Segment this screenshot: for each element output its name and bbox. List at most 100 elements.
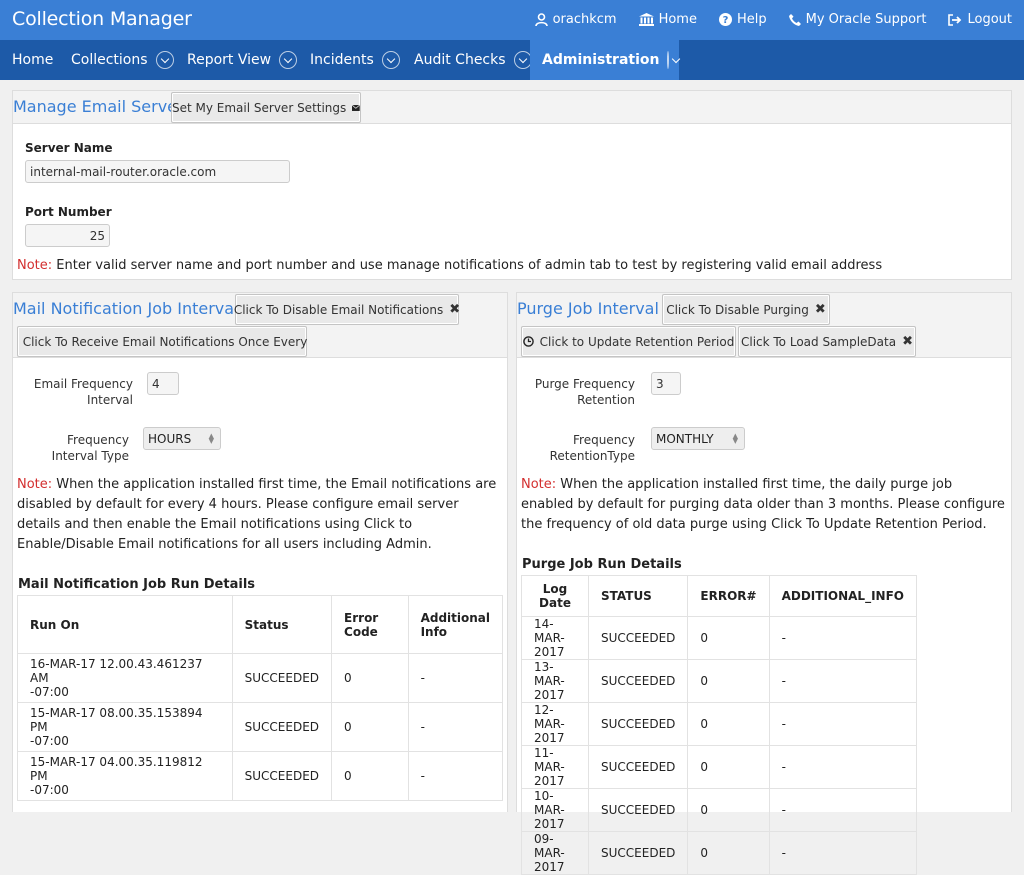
col-info-line2: Info <box>420 624 448 639</box>
interval-type-select[interactable]: HOURS ▲ ▼ <box>143 427 221 450</box>
retention-type-label: Frequency RetentionType <box>517 432 635 464</box>
email-frequency-input[interactable]: 4 <box>147 372 179 395</box>
cell-error: 0 <box>687 831 770 875</box>
cell-error: 0 <box>687 745 770 789</box>
cell-status: SUCCEEDED <box>231 702 333 752</box>
cell-date: 12-MAR-2017 <box>521 702 589 746</box>
disable-email-notifications-button[interactable]: Click To Disable Email Notifications ✖ <box>234 294 460 325</box>
nav-report-view-label: Report View <box>187 52 272 68</box>
nav-home[interactable]: Home <box>12 40 53 80</box>
home-link[interactable]: Home <box>638 12 697 27</box>
chevron-down-icon[interactable] <box>513 51 532 69</box>
support-link[interactable]: My Oracle Support <box>788 12 926 27</box>
email-server-panel: Manage Email Server Set My Email Server … <box>12 90 1012 280</box>
purge-job-panel: Purge Job Interval Click To Disable Purg… <box>516 292 1012 875</box>
cell-error: 0 <box>687 702 770 746</box>
nav-audit-checks[interactable]: Audit Checks <box>414 40 532 80</box>
disable-purging-button[interactable]: Click To Disable Purging ✖ <box>662 294 830 325</box>
col-status: STATUS <box>587 575 689 617</box>
table-row: 09-MAR-2017 SUCCEEDED 0- <box>521 831 918 875</box>
col-error-code: Error Code <box>331 595 409 654</box>
server-name-input[interactable]: internal-mail-router.oracle.com <box>25 160 290 183</box>
cell-info: - <box>768 745 918 789</box>
table-row: 16-MAR-17 12.00.43.461237 AM -07:00 SUCCE… <box>17 653 504 703</box>
note-prefix: Note: <box>17 258 53 273</box>
note-prefix: Note: <box>521 477 557 492</box>
note-text: Enter valid server name and port number … <box>52 258 883 273</box>
update-retention-label: Click to Update Retention Period <box>539 334 735 349</box>
clock-icon <box>522 336 534 347</box>
cell-code: 0 <box>331 653 409 703</box>
purge-runs-title: Purge Job Run Details <box>522 557 682 572</box>
receive-email-notifications-button[interactable]: Click To Receive Email Notifications Onc… <box>17 326 307 357</box>
cell-info: - <box>768 831 918 875</box>
bank-icon <box>638 13 654 26</box>
retention-type-select[interactable]: MONTHLY ▲ ▼ <box>651 427 745 450</box>
cell-run-on: 15-MAR-17 08.00.35.153894 PM -07:00 <box>17 702 233 752</box>
logout-link[interactable]: Logout <box>948 12 1012 27</box>
load-sample-data-button[interactable]: Click To Load SampleData ✖ <box>738 326 916 357</box>
cell-info: - <box>768 788 918 832</box>
col-log-date: Log Date <box>521 575 589 617</box>
chevron-down-icon[interactable] <box>155 51 174 69</box>
help-link[interactable]: ? Help <box>718 12 767 27</box>
select-arrows-icon: ▲ ▼ <box>732 432 738 445</box>
nav-report-view[interactable]: Report View <box>187 40 298 80</box>
col-additional-info: Additional Info <box>407 595 504 654</box>
run-on-line1: 16-MAR-17 12.00.43.461237 AM <box>30 657 203 685</box>
envelope-icon <box>352 104 360 111</box>
interval-type-label-line2: Interval Type <box>51 449 129 463</box>
update-retention-button[interactable]: Click to Update Retention Period <box>521 326 736 357</box>
nav-collections-label: Collections <box>71 52 148 68</box>
col-info-line1: Additional <box>420 610 490 625</box>
cell-info: - <box>407 751 504 801</box>
user-name: orachkcm <box>552 12 617 27</box>
purge-runs-table: Log Date STATUS ERROR# ADDITIONAL_INFO 1… <box>521 575 918 875</box>
port-number-input[interactable]: 25 <box>25 224 110 247</box>
svg-text:?: ? <box>723 15 729 26</box>
mail-runs-table: Run On Status Error Code Additional Info 1… <box>17 595 504 801</box>
nav-administration-label: Administration <box>542 52 660 68</box>
set-email-server-label: Set My Email Server Settings <box>172 100 347 115</box>
run-on-line2: -07:00 <box>30 783 69 797</box>
table-row: 14-MAR-2017 SUCCEEDED 0- <box>521 616 918 660</box>
receive-email-label: Click To Receive Email Notifications Onc… <box>22 334 308 349</box>
nav-incidents-label: Incidents <box>310 52 374 68</box>
user-link[interactable]: orachkcm <box>534 12 617 27</box>
app-title: Collection Manager <box>12 8 192 30</box>
mail-job-note: Note: When the application installed fir… <box>17 475 503 555</box>
nav-home-label: Home <box>12 52 54 68</box>
question-circle-icon: ? <box>718 13 732 26</box>
table-row: 15-MAR-17 08.00.35.153894 PM -07:00 SUCCE… <box>17 702 504 752</box>
cell-date: 09-MAR-2017 <box>521 831 589 875</box>
nav-collections[interactable]: Collections <box>71 40 174 80</box>
cell-error: 0 <box>687 788 770 832</box>
nav-incidents[interactable]: Incidents <box>310 40 400 80</box>
table-row: 12-MAR-2017 SUCCEEDED 0- <box>521 702 918 746</box>
cell-code: 0 <box>331 702 409 752</box>
phone-icon <box>788 13 801 26</box>
table-row: 13-MAR-2017 SUCCEEDED 0- <box>521 659 918 703</box>
chevron-down-icon[interactable] <box>667 51 670 69</box>
email-server-note: Note: Enter valid server name and port n… <box>17 256 1007 276</box>
note-prefix: Note: <box>17 477 53 492</box>
cell-info: - <box>768 616 918 660</box>
cell-status: SUCCEEDED <box>587 702 689 746</box>
purge-frequency-label-line2: Retention <box>577 393 635 407</box>
cell-date: 10-MAR-2017 <box>521 788 589 832</box>
purge-frequency-input[interactable]: 3 <box>651 372 681 395</box>
col-status: Status <box>231 595 333 654</box>
table-header-row: Run On Status Error Code Additional Info <box>17 595 504 654</box>
chevron-down-icon[interactable] <box>279 51 298 69</box>
retention-type-label-line2: RetentionType <box>549 449 635 463</box>
cell-status: SUCCEEDED <box>587 745 689 789</box>
col-additional-info: ADDITIONAL_INFO <box>768 575 918 617</box>
cell-info: - <box>768 702 918 746</box>
chevron-down-icon[interactable] <box>381 51 400 69</box>
cell-date: 13-MAR-2017 <box>521 659 589 703</box>
set-email-server-button[interactable]: Set My Email Server Settings <box>171 92 361 123</box>
cell-info: - <box>407 702 504 752</box>
interval-type-label-line1: Frequency <box>67 433 129 447</box>
nav-administration[interactable]: Administration <box>530 40 679 80</box>
disable-purging-label: Click To Disable Purging <box>666 302 809 317</box>
